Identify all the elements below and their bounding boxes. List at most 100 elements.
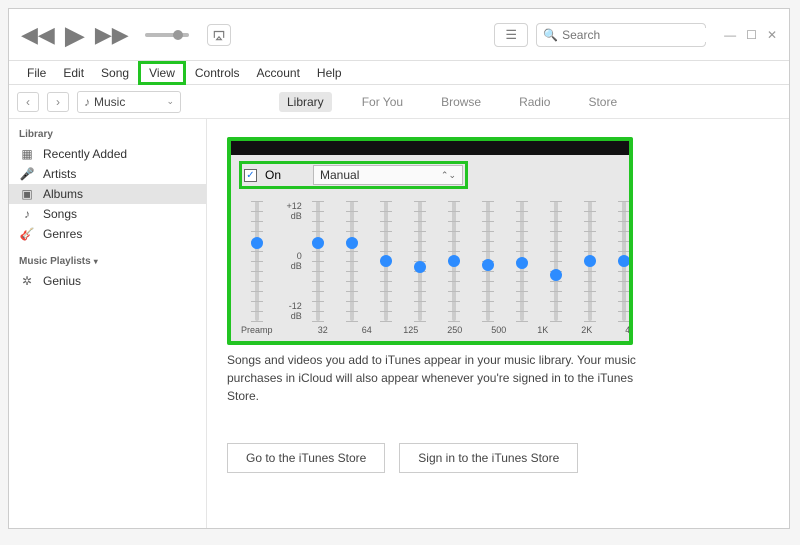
band-label-64: 64 — [356, 325, 378, 335]
menu-controls[interactable]: Controls — [187, 64, 248, 82]
band-knob-8K[interactable] — [584, 255, 596, 267]
sidebar-item-recently-added[interactable]: ▦ Recently Added — [9, 144, 206, 164]
volume-knob[interactable] — [173, 30, 183, 40]
window-buttons: — ☐ ✕ — [724, 28, 777, 42]
band-label-2K: 2K — [576, 325, 598, 335]
sidebar-item-songs[interactable]: ♪ Songs — [9, 204, 206, 224]
band-slider-125[interactable] — [380, 201, 392, 321]
sidebar-item-artists[interactable]: 🎤Artists — [9, 164, 206, 184]
sidebar-item-label: Genius — [43, 274, 81, 288]
tab-store[interactable]: Store — [580, 92, 625, 112]
band-slider-8K[interactable] — [584, 201, 596, 321]
menu-view[interactable]: View — [138, 61, 186, 85]
back-button[interactable]: ‹ — [17, 92, 39, 112]
airplay-icon — [212, 28, 226, 42]
atom-icon: ✲ — [19, 274, 35, 288]
sidebar-item-label: Albums — [43, 187, 83, 201]
sidebar-playlists-head[interactable]: Music Playlists ▾ — [9, 254, 206, 271]
menubar: FileEditSongViewControlsAccountHelp — [9, 61, 789, 85]
band-knob-1K[interactable] — [482, 259, 494, 271]
preamp-label: Preamp — [241, 325, 273, 335]
list-view-button[interactable]: ☰ — [494, 23, 528, 47]
play-button[interactable]: ▶ — [65, 22, 85, 48]
chevron-updown-icon: ⌃⌄ — [441, 170, 456, 181]
preamp-slider[interactable] — [251, 201, 263, 321]
menu-edit[interactable]: Edit — [55, 64, 92, 82]
sidebar-library-head: Library — [9, 127, 206, 144]
equalizer-panel: ✓ On Manual ⌃⌄ Preamp — [227, 137, 633, 345]
band-label-125: 125 — [400, 325, 422, 335]
band-label-32: 32 — [312, 325, 334, 335]
playback-controls: ◀◀ ▶ ▶▶ — [21, 22, 231, 48]
menu-account[interactable]: Account — [249, 64, 308, 82]
maximize-button[interactable]: ☐ — [746, 28, 757, 42]
band-slider-1K[interactable] — [482, 201, 494, 321]
navrow: ‹ › ♪ Music ⌄ Library For You Browse Radio S… — [9, 85, 789, 119]
forward-button[interactable]: › — [47, 92, 69, 112]
previous-button[interactable]: ◀◀ — [21, 24, 55, 46]
sidebar-item-genres[interactable]: 🎸 Genres — [9, 224, 206, 244]
band-knob-64[interactable] — [346, 237, 358, 249]
band-slider-4K[interactable] — [550, 201, 562, 321]
band-knob-2K[interactable] — [516, 257, 528, 269]
equalizer-preset-select[interactable]: Manual ⌃⌄ — [313, 165, 463, 185]
media-selector[interactable]: ♪ Music ⌄ — [77, 91, 181, 113]
sidebar-item-genius[interactable]: ✲ Genius — [9, 271, 206, 291]
tab-browse[interactable]: Browse — [433, 92, 489, 112]
equalizer-on-checkbox[interactable]: ✓ — [244, 169, 257, 182]
search-input[interactable] — [562, 28, 717, 42]
close-button[interactable]: ✕ — [767, 28, 777, 42]
menu-song[interactable]: Song — [93, 64, 137, 82]
go-to-store-button[interactable]: Go to the iTunes Store — [227, 443, 385, 473]
volume-slider[interactable] — [145, 33, 189, 37]
equalizer-on-row: ✓ On Manual ⌃⌄ — [239, 161, 468, 189]
band-slider-250[interactable] — [414, 201, 426, 321]
tab-library[interactable]: Library — [279, 92, 332, 112]
search-field[interactable]: 🔍 — [536, 23, 706, 47]
band-slider-500[interactable] — [448, 201, 460, 321]
body: Library ▦ Recently Added 🎤Artists▣Albums ♪ S… — [9, 119, 789, 528]
grid-icon: ▦ — [19, 147, 35, 161]
chevron-down-icon: ▾ — [94, 257, 98, 266]
equalizer-titlebar[interactable] — [231, 141, 629, 155]
band-knob-16K[interactable] — [618, 255, 630, 267]
search-icon: 🔍 — [543, 28, 558, 42]
sidebar-item-label: Genres — [43, 227, 82, 241]
equalizer-preset-label: Manual — [320, 168, 359, 182]
minimize-button[interactable]: — — [724, 28, 736, 42]
menu-help[interactable]: Help — [309, 64, 350, 82]
band-knob-32[interactable] — [312, 237, 324, 249]
note-icon: ♪ — [19, 207, 35, 221]
sidebar-item-label: Songs — [43, 207, 77, 221]
guitar-icon: 🎸 — [19, 227, 35, 241]
airplay-button[interactable] — [207, 24, 231, 46]
band-slider-32[interactable] — [312, 201, 324, 321]
band-label-250: 250 — [444, 325, 466, 335]
next-button[interactable]: ▶▶ — [95, 24, 129, 46]
preamp-column: Preamp — [241, 201, 273, 335]
menu-file[interactable]: File — [19, 64, 54, 82]
sidebar-item-label: Recently Added — [43, 147, 127, 161]
preamp-knob[interactable] — [251, 237, 263, 249]
band-knob-250[interactable] — [414, 261, 426, 273]
sidebar-item-label: Artists — [43, 167, 76, 181]
band-knob-125[interactable] — [380, 255, 392, 267]
sidebar: Library ▦ Recently Added 🎤Artists▣Albums ♪ S… — [9, 119, 207, 528]
chevron-updown-icon: ⌄ — [166, 96, 174, 107]
sign-in-store-button[interactable]: Sign in to the iTunes Store — [399, 443, 578, 473]
band-label-4K: 4K — [620, 325, 633, 335]
sidebar-item-albums[interactable]: ▣Albums — [9, 184, 206, 204]
main-tabs: Library For You Browse Radio Store — [279, 92, 625, 112]
band-slider-64[interactable] — [346, 201, 358, 321]
band-slider-2K[interactable] — [516, 201, 528, 321]
tab-radio[interactable]: Radio — [511, 92, 558, 112]
equalizer-sliders: Preamp +12 dB 0 dB -12 dB 32641252505001… — [231, 193, 629, 341]
band-knob-500[interactable] — [448, 255, 460, 267]
equalizer-on-label: On — [265, 168, 281, 182]
music-note-icon: ♪ — [84, 95, 90, 109]
store-buttons: Go to the iTunes Store Sign in to the iT… — [227, 443, 769, 473]
db-scale: +12 dB 0 dB -12 dB — [287, 201, 302, 321]
tab-for-you[interactable]: For You — [354, 92, 411, 112]
band-knob-4K[interactable] — [550, 269, 562, 281]
band-slider-16K[interactable] — [618, 201, 630, 321]
